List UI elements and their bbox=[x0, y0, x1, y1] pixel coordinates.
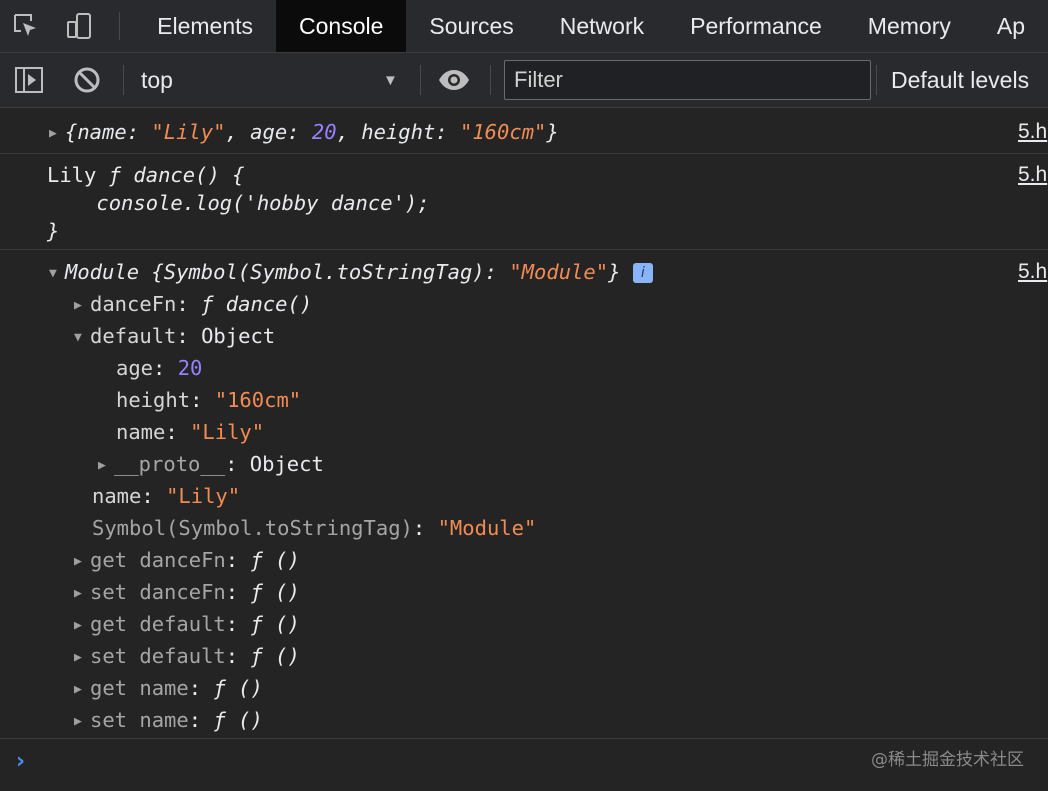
console-output: ▶ {name: "Lily", age: 20, height: "160cm"… bbox=[0, 108, 1048, 790]
tree-item[interactable]: ▶ __proto__: Object bbox=[98, 449, 324, 479]
prompt-chevron-icon: › bbox=[16, 749, 26, 774]
expand-triangle-icon[interactable]: ▶ bbox=[74, 611, 90, 641]
tab-sources[interactable]: Sources bbox=[406, 0, 536, 52]
collapse-triangle-icon[interactable]: ▼ bbox=[49, 259, 65, 289]
console-message: ▼ Module {Symbol(Symbol.toStringTag): "Mo… bbox=[0, 250, 1048, 738]
tab-elements[interactable]: Elements bbox=[134, 0, 276, 52]
chevron-down-icon[interactable]: ▼ bbox=[383, 53, 398, 107]
tree-item[interactable]: ▶ danceFn: ƒ dance() bbox=[74, 289, 312, 319]
accessor-item[interactable]: ▶ get name: ƒ () bbox=[74, 673, 263, 703]
expand-triangle-icon[interactable]: ▶ bbox=[74, 675, 90, 705]
console-message: Lily ƒ dance() { console.log('hobby danc… bbox=[0, 154, 1048, 250]
tree-item: name: "Lily" bbox=[92, 484, 241, 508]
expand-triangle-icon[interactable]: ▶ bbox=[74, 707, 90, 737]
accessor-item[interactable]: ▶ set default: ƒ () bbox=[74, 641, 300, 671]
accessor-item[interactable]: ▶ get default: ƒ () bbox=[74, 609, 300, 639]
tab-divider bbox=[119, 12, 121, 40]
filter-field[interactable] bbox=[504, 60, 871, 100]
expand-triangle-icon[interactable]: ▶ bbox=[49, 119, 65, 149]
accessor-item[interactable]: ▶ get danceFn: ƒ () bbox=[74, 545, 300, 575]
tree-item: Symbol(Symbol.toStringTag): "Module" bbox=[92, 516, 537, 540]
tab-network[interactable]: Network bbox=[537, 0, 667, 52]
toolbar-divider bbox=[420, 65, 421, 95]
source-link[interactable]: 5.h bbox=[1018, 257, 1048, 287]
log-line: } bbox=[47, 219, 60, 243]
expand-triangle-icon[interactable]: ▶ bbox=[74, 643, 90, 673]
accessor-item[interactable]: ▶ set danceFn: ƒ () bbox=[74, 577, 300, 607]
console-toolbar: top ▼ Default levels bbox=[0, 53, 1048, 108]
toolbar-divider bbox=[876, 65, 877, 95]
console-message: ▶ {name: "Lily", age: 20, height: "160cm"… bbox=[0, 108, 1048, 154]
log-levels-dropdown[interactable]: Default levels bbox=[891, 53, 1029, 107]
tab-memory[interactable]: Memory bbox=[845, 0, 974, 52]
console-prompt[interactable]: › @稀土掘金技术社区 bbox=[0, 738, 1048, 791]
tab-application[interactable]: Ap bbox=[974, 0, 1048, 52]
log-line: console.log('hobby dance'); bbox=[47, 191, 430, 215]
info-badge-icon[interactable]: i bbox=[632, 263, 653, 283]
accessor-item[interactable]: ▶ set name: ƒ () bbox=[74, 705, 263, 735]
watermark: @稀土掘金技术社区 bbox=[871, 750, 1024, 770]
tree-item: height: "160cm" bbox=[116, 388, 302, 412]
source-link[interactable]: 5.h bbox=[1018, 117, 1048, 147]
expand-triangle-icon[interactable]: ▶ bbox=[74, 547, 90, 577]
tree-item: name: "Lily" bbox=[116, 420, 265, 444]
device-toolbar-icon[interactable] bbox=[53, 0, 106, 52]
tab-performance[interactable]: Performance bbox=[667, 0, 845, 52]
context-selector[interactable]: top bbox=[141, 53, 173, 107]
collapse-triangle-icon[interactable]: ▼ bbox=[74, 323, 90, 353]
toolbar-divider bbox=[123, 65, 124, 95]
log-levels-label: Default levels bbox=[891, 66, 1030, 93]
clear-console-icon[interactable] bbox=[72, 53, 102, 107]
tab-console[interactable]: Console bbox=[276, 0, 407, 52]
tree-item[interactable]: ▼ default: Object bbox=[74, 321, 275, 351]
toolbar-divider bbox=[490, 65, 491, 95]
source-link[interactable]: 5.h bbox=[1018, 160, 1048, 190]
tree-item: age: 20 bbox=[116, 356, 203, 380]
sidebar-toggle-icon[interactable] bbox=[14, 53, 44, 107]
devtools-tabbar: Elements Console Sources Network Perform… bbox=[0, 0, 1048, 53]
context-selector-value: top bbox=[141, 66, 173, 93]
inspect-element-icon[interactable] bbox=[0, 0, 53, 52]
module-header[interactable]: ▼ Module {Symbol(Symbol.toStringTag): "Mo… bbox=[49, 257, 653, 287]
expand-triangle-icon[interactable]: ▶ bbox=[74, 291, 90, 321]
eye-icon[interactable] bbox=[437, 53, 471, 107]
log-line: Lily ƒ dance() { bbox=[47, 163, 245, 187]
expand-triangle-icon[interactable]: ▶ bbox=[98, 451, 114, 481]
expand-triangle-icon[interactable]: ▶ bbox=[74, 579, 90, 609]
object-preview[interactable]: ▶ {name: "Lily", age: 20, height: "160cm"… bbox=[49, 117, 559, 147]
filter-input[interactable] bbox=[505, 61, 870, 99]
